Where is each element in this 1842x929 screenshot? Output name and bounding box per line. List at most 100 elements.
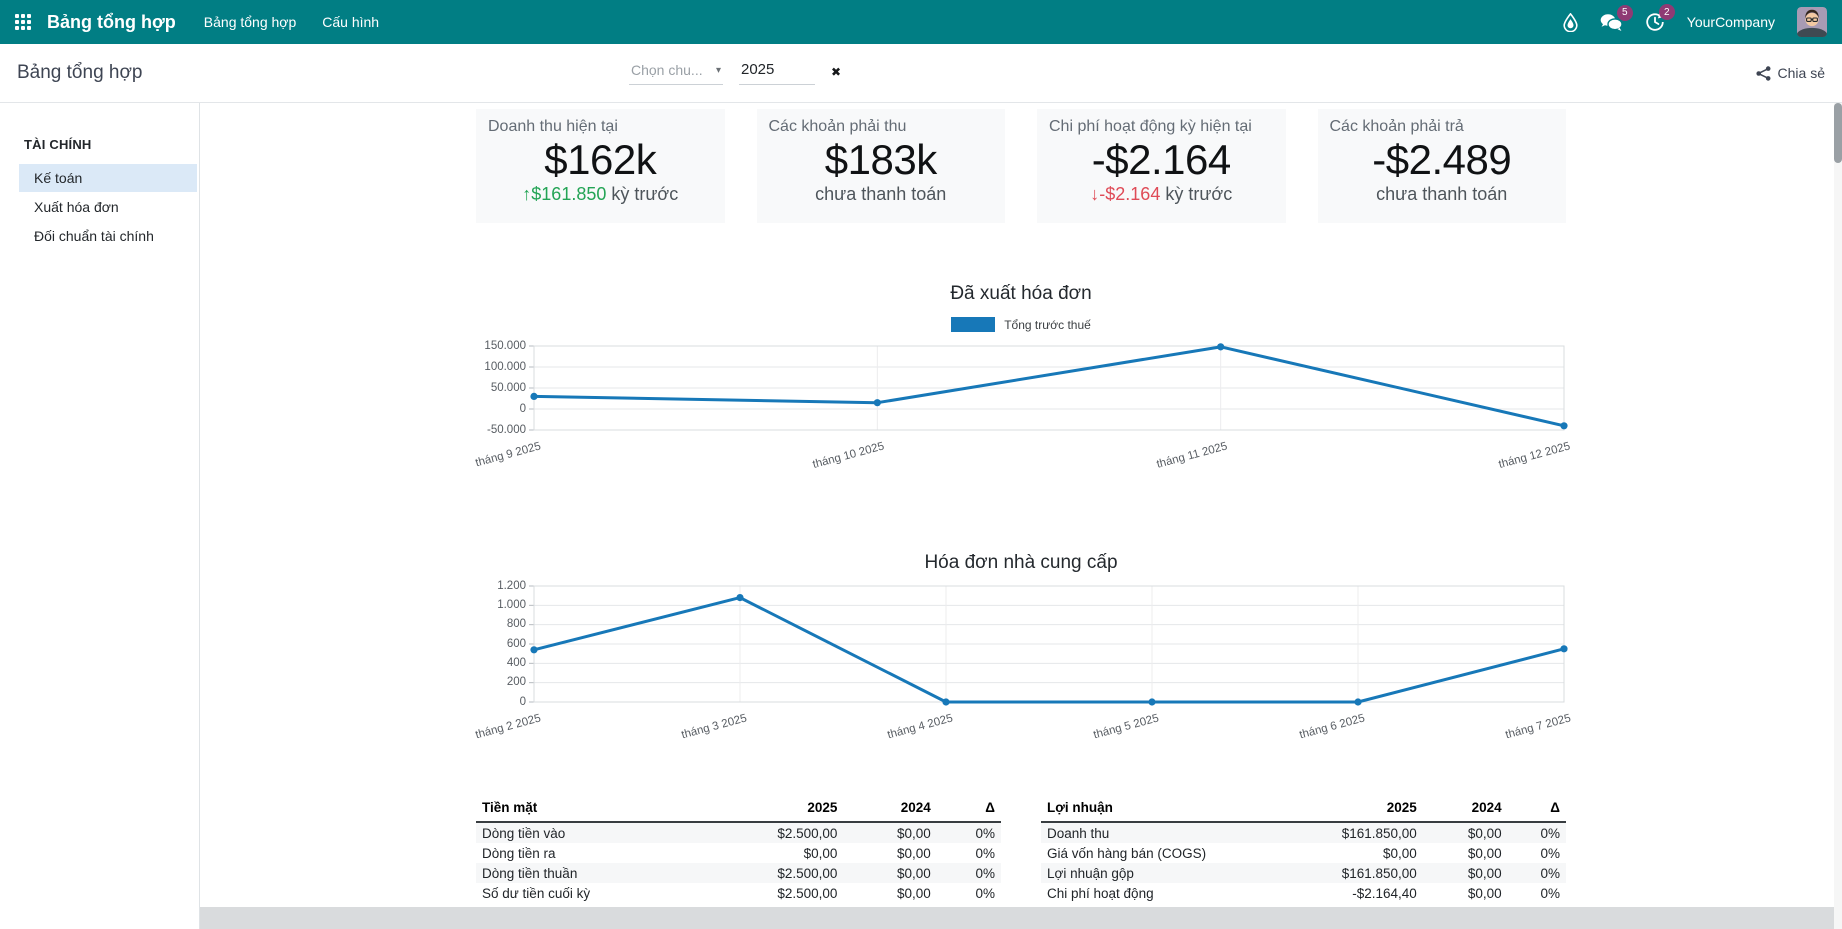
y-axis-label: 1.200 xyxy=(476,579,526,594)
kpi-card-revenue: Doanh thu hiện tại $162k ↑$161.850 kỳ tr… xyxy=(476,109,725,223)
row-value: $0,00 xyxy=(843,863,936,883)
row-label: Lợi nhuận gộp xyxy=(1041,863,1262,883)
year-filter-input[interactable] xyxy=(739,58,815,85)
chart-title: Đã xuất hóa đơn xyxy=(476,283,1566,305)
cash-table: Tiền mặt20252024ΔDòng tiền vào$2.500,00$… xyxy=(476,796,1001,903)
table-column-header: Δ xyxy=(937,796,1001,822)
y-axis-label: -50.000 xyxy=(476,423,526,438)
sidebar-item-xuat-hoa-don[interactable]: Xuất hóa đơn xyxy=(19,193,197,221)
row-value: $0,00 xyxy=(843,843,936,863)
x-axis-label: tháng 12 2025 xyxy=(1498,440,1572,471)
kpi-value: $162k xyxy=(488,136,713,183)
sidebar: TÀI CHÍNH Kế toán Xuất hóa đơn Đối chuẩn… xyxy=(0,103,200,929)
x-axis-label: tháng 10 2025 xyxy=(811,440,885,471)
user-avatar[interactable] xyxy=(1797,7,1827,37)
share-label: Chia sẻ xyxy=(1778,65,1825,81)
kpi-delta: ↑$161.850 kỳ trước xyxy=(488,184,713,205)
invoiced-plot-area: -50.000050.000100.000150.000tháng 9 2025… xyxy=(476,346,1564,480)
kpi-row: Doanh thu hiện tại $162k ↑$161.850 kỳ tr… xyxy=(476,109,1566,223)
legend-swatch-icon xyxy=(951,317,995,332)
x-axis-label: tháng 6 2025 xyxy=(1298,712,1366,741)
activities-icon[interactable]: 2 xyxy=(1645,12,1665,32)
row-value: 0% xyxy=(1508,863,1566,883)
tables-row: Tiền mặt20252024ΔDòng tiền vào$2.500,00$… xyxy=(476,796,1566,903)
kpi-delta: ↓-$2.164 kỳ trước xyxy=(1049,184,1274,205)
bottom-cutoff-strip xyxy=(200,907,1842,929)
row-value: 0% xyxy=(1508,822,1566,843)
clear-filter-close-icon[interactable]: ✖ xyxy=(831,65,841,85)
kpi-subtitle: chưa thanh toán xyxy=(769,184,994,205)
apps-menu-icon[interactable] xyxy=(15,14,31,30)
row-value: $161.850,00 xyxy=(1262,863,1423,883)
main-area: TÀI CHÍNH Kế toán Xuất hóa đơn Đối chuẩn… xyxy=(0,103,1842,929)
row-value: $161.850,00 xyxy=(1262,822,1423,843)
kpi-card-receivables: Các khoản phải thu $183k chưa thanh toán xyxy=(757,109,1006,223)
vertical-scrollbar[interactable] xyxy=(1834,103,1842,929)
chart-legend: Tổng trước thuế xyxy=(476,317,1566,332)
row-value: $2.500,00 xyxy=(697,822,844,843)
row-value: 0% xyxy=(1508,843,1566,863)
y-axis-label: 600 xyxy=(476,637,526,652)
kpi-title: Doanh thu hiện tại xyxy=(488,118,713,136)
table-name-header: Tiền mặt xyxy=(476,796,697,822)
kpi-subtitle: chưa thanh toán xyxy=(1330,184,1555,205)
kpi-delta-suffix: kỳ trước xyxy=(1160,184,1232,204)
table-name-header: Lợi nhuận xyxy=(1041,796,1262,822)
kpi-card-expenses: Chi phí hoạt động kỳ hiện tại -$2.164 ↓-… xyxy=(1037,109,1286,223)
table-row: Dòng tiền vào$2.500,00$0,000% xyxy=(476,822,1001,843)
table-row: Dòng tiền thuần$2.500,00$0,000% xyxy=(476,863,1001,883)
scrollbar-thumb[interactable] xyxy=(1834,103,1842,163)
menu-item-dashboard[interactable]: Bảng tổng hợp xyxy=(204,14,296,30)
messages-icon[interactable]: 5 xyxy=(1600,13,1623,32)
table-row: Doanh thu$161.850,00$0,000% xyxy=(1041,822,1566,843)
kpi-value: -$2.489 xyxy=(1330,136,1555,183)
y-axis-label: 400 xyxy=(476,656,526,671)
kpi-title: Các khoản phải trả xyxy=(1330,118,1555,136)
y-axis-label: 100.000 xyxy=(476,360,526,375)
row-value: $0,00 xyxy=(1262,843,1423,863)
share-button[interactable]: Chia sẻ xyxy=(1756,65,1825,81)
row-label: Dòng tiền vào xyxy=(476,822,697,843)
line-chart-canvas xyxy=(534,346,1564,430)
row-value: 0% xyxy=(937,843,1001,863)
row-value: $0,00 xyxy=(843,883,936,903)
kpi-value: -$2.164 xyxy=(1049,136,1274,183)
kpi-card-payables: Các khoản phải trả -$2.489 chưa thanh to… xyxy=(1318,109,1567,223)
profit-table: Lợi nhuận20252024ΔDoanh thu$161.850,00$0… xyxy=(1041,796,1566,903)
row-value: $2.500,00 xyxy=(697,863,844,883)
row-label: Số dư tiền cuối kỳ xyxy=(476,883,697,903)
row-value: $0,00 xyxy=(843,822,936,843)
company-name[interactable]: YourCompany xyxy=(1687,14,1775,30)
droplet-icon[interactable] xyxy=(1563,13,1578,32)
sidebar-item-ke-toan[interactable]: Kế toán xyxy=(19,164,197,192)
sidebar-item-doi-chuan-tai-chinh[interactable]: Đối chuẩn tài chính xyxy=(19,222,197,250)
table-row: Chi phí hoạt động-$2.164,40$0,000% xyxy=(1041,883,1566,903)
vendor-bills-plot-area: 02004006008001.0001.200tháng 2 2025tháng… xyxy=(476,586,1564,752)
kpi-title: Các khoản phải thu xyxy=(769,118,994,136)
x-axis-label: tháng 11 2025 xyxy=(1155,440,1228,470)
arrow-down-icon: ↓ xyxy=(1090,184,1099,204)
row-value: $0,00 xyxy=(1423,883,1508,903)
sidebar-section-title: TÀI CHÍNH xyxy=(0,137,199,152)
share-icon xyxy=(1756,66,1771,81)
table-column-header: Δ xyxy=(1508,796,1566,822)
period-select[interactable]: Chọn chu... ▾ xyxy=(629,59,723,85)
row-value: 0% xyxy=(937,863,1001,883)
y-axis-label: 200 xyxy=(476,675,526,690)
table-row: Lợi nhuận gộp$161.850,00$0,000% xyxy=(1041,863,1566,883)
table-column-header: 2025 xyxy=(1262,796,1423,822)
menu-item-configuration[interactable]: Cấu hình xyxy=(322,14,379,30)
app-name[interactable]: Bảng tổng hợp xyxy=(47,12,176,33)
row-value: 0% xyxy=(1508,883,1566,903)
y-axis-label: 150.000 xyxy=(476,339,526,354)
row-label: Dòng tiền thuần xyxy=(476,863,697,883)
y-axis-label: 50.000 xyxy=(476,381,526,396)
x-axis-label: tháng 2 2025 xyxy=(474,712,542,741)
row-label: Dòng tiền ra xyxy=(476,843,697,863)
table-row: Số dư tiền cuối kỳ$2.500,00$0,000% xyxy=(476,883,1001,903)
top-right-group: 5 2 YourCompany xyxy=(1563,7,1827,37)
table-header-row: Lợi nhuận20252024Δ xyxy=(1041,796,1566,822)
dashboard-table: Lợi nhuận20252024ΔDoanh thu$161.850,00$0… xyxy=(1041,796,1566,903)
y-axis-label: 800 xyxy=(476,617,526,632)
row-value: 0% xyxy=(937,822,1001,843)
